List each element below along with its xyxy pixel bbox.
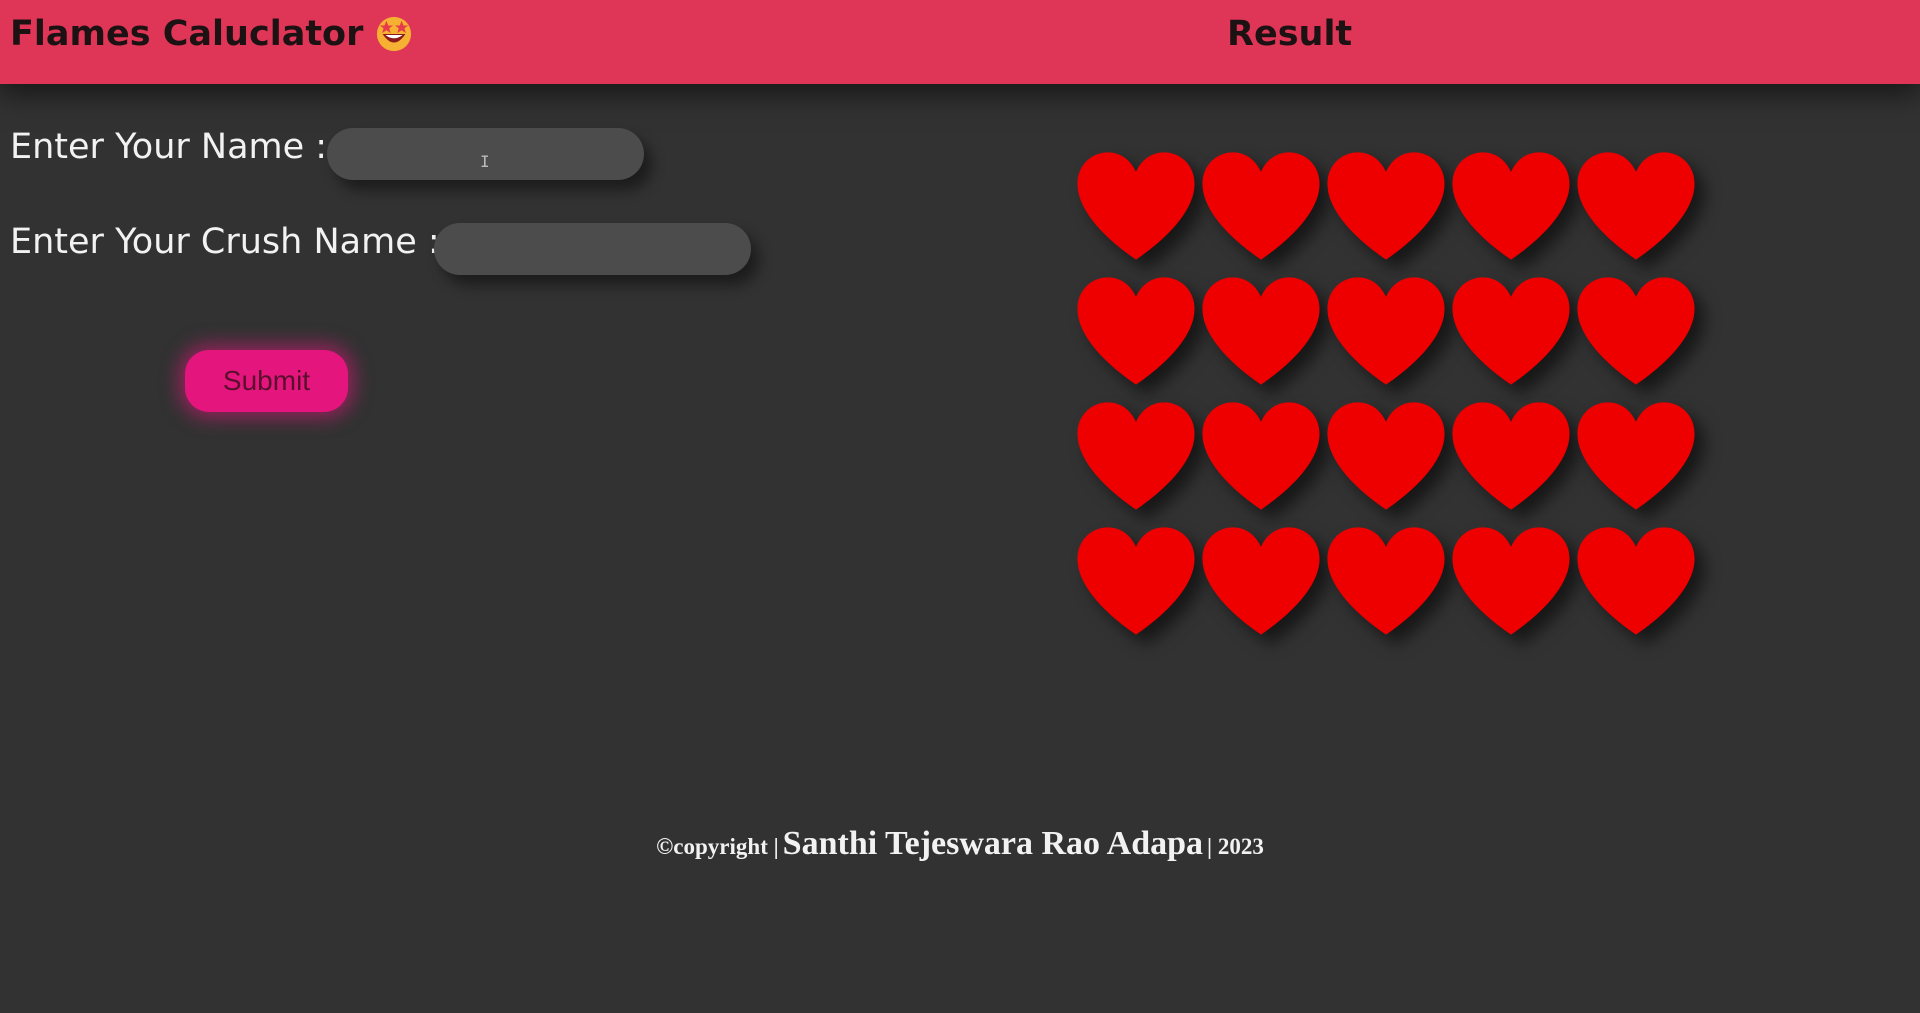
heart-icon (1323, 268, 1448, 393)
heart-icon (1073, 268, 1198, 393)
crush-name-input[interactable] (434, 223, 751, 275)
heart-icon (1573, 393, 1698, 518)
copyright-year: | 2023 (1207, 834, 1264, 859)
heart-icon (1323, 143, 1448, 268)
heart-icon (1448, 393, 1573, 518)
page: Flames Caluclator Result Enter Your Name… (0, 0, 1920, 1013)
text-cursor-icon: I (480, 152, 490, 171)
heart-icon (1323, 393, 1448, 518)
heart-icon (1198, 393, 1323, 518)
heart-icon (1073, 143, 1198, 268)
heart-icon (1573, 518, 1698, 643)
heart-icon (1323, 518, 1448, 643)
heart-icon (1198, 518, 1323, 643)
author-name: Santhi Tejeswara Rao Adapa (782, 825, 1204, 862)
result-title: Result (1227, 14, 1353, 54)
heart-icon (1198, 143, 1323, 268)
footer: ©copyright | Santhi Tejeswara Rao Adapa … (0, 825, 1920, 863)
heart-icon (1448, 143, 1573, 268)
heart-icon (1573, 268, 1698, 393)
heart-icon (1448, 268, 1573, 393)
heart-icon (1073, 393, 1198, 518)
crush-name-label: Enter Your Crush Name : (10, 222, 440, 262)
heart-icon (1448, 518, 1573, 643)
submit-button[interactable]: Submit (185, 350, 348, 412)
heart-icon (1198, 268, 1323, 393)
heart-icon (1573, 143, 1698, 268)
star-struck-emoji-icon (375, 15, 413, 53)
name-label: Enter Your Name : (10, 127, 328, 167)
header-bar: Flames Caluclator Result (0, 0, 1920, 84)
copyright-text: ©copyright | (656, 834, 779, 859)
app-title-text: Flames Caluclator (10, 14, 364, 54)
app-title: Flames Caluclator (10, 14, 413, 54)
hearts-grid (1073, 143, 1698, 643)
heart-icon (1073, 518, 1198, 643)
